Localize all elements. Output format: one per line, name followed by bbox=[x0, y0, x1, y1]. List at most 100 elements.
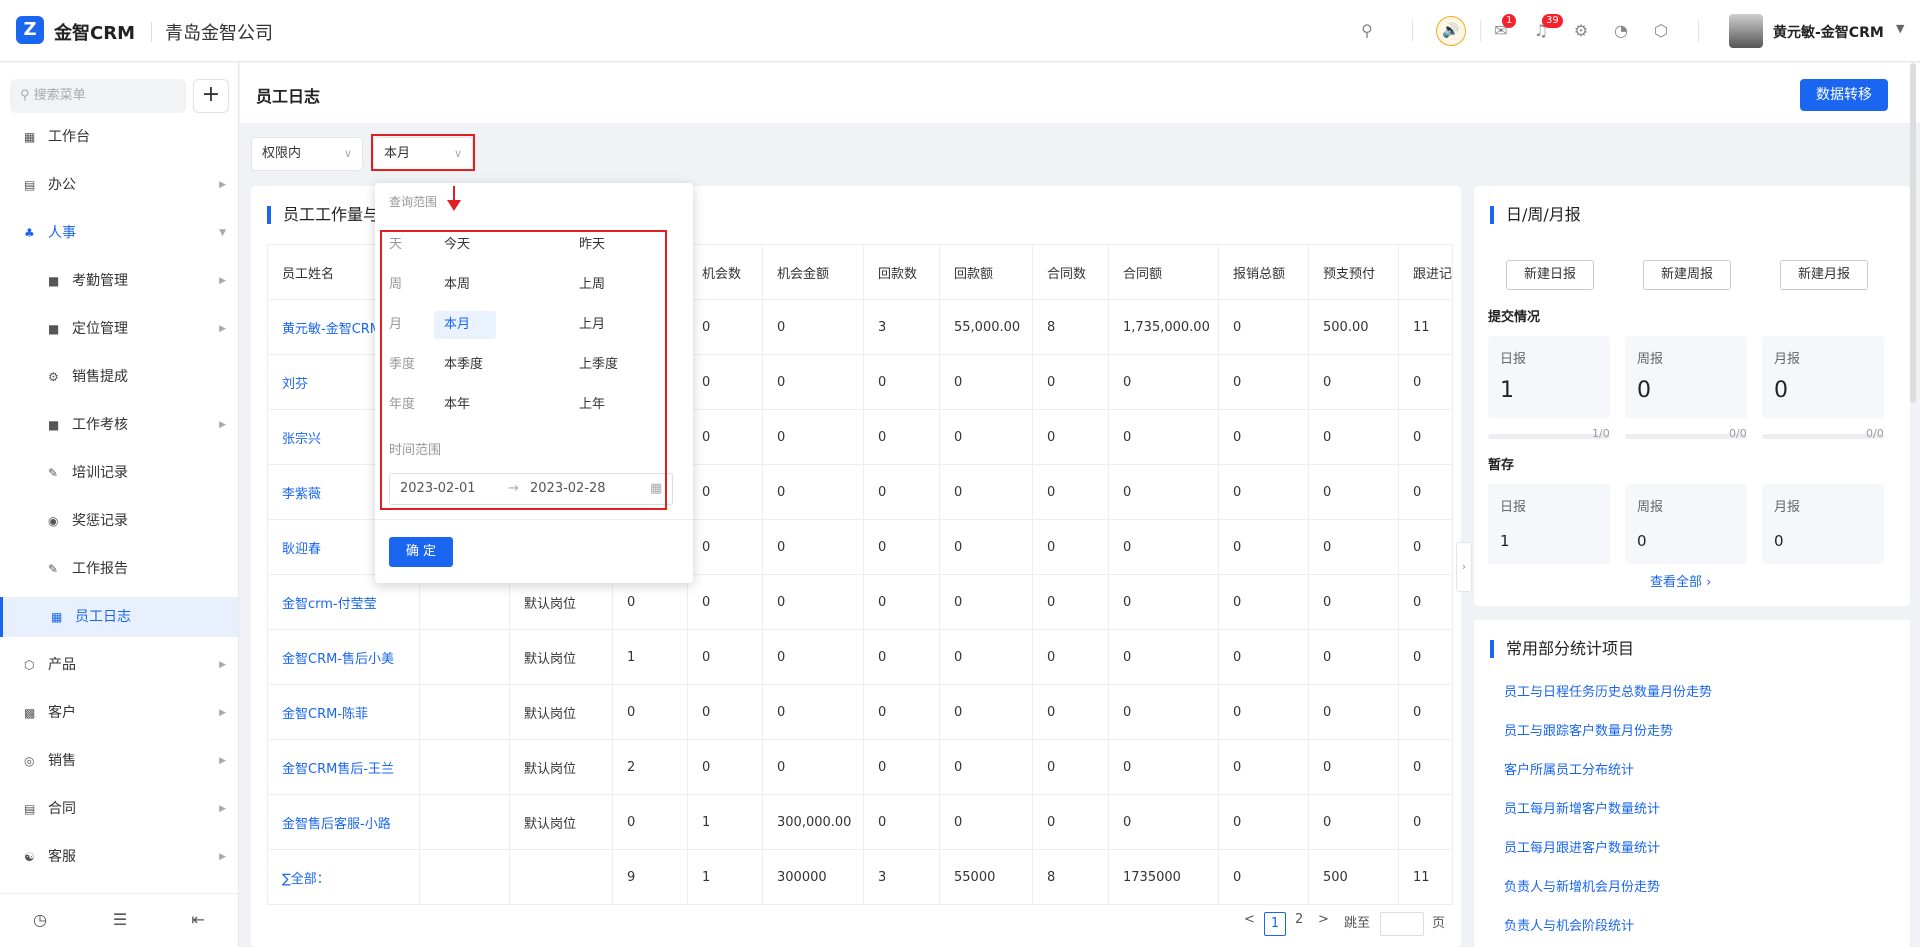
sidebar-item-commission[interactable]: ⚙ 销售提成 bbox=[0, 357, 238, 397]
sidebar-item-workbench[interactable]: ▦ 工作台 bbox=[0, 117, 238, 157]
table-cell: 0 bbox=[687, 684, 763, 740]
next-page-button[interactable]: > bbox=[1318, 912, 1329, 927]
stats-link[interactable]: 客户所属员工分布统计 bbox=[1504, 759, 1634, 778]
table-cell: 0 bbox=[762, 684, 864, 740]
stats-link[interactable]: 员工与跟踪客户数量月份走势 bbox=[1504, 720, 1673, 739]
submitted-weekly-card[interactable]: 周报 0 bbox=[1625, 336, 1747, 418]
page-1-button[interactable]: 1 bbox=[1264, 912, 1286, 936]
data-transfer-button[interactable]: 数据转移 bbox=[1800, 79, 1888, 111]
user-name[interactable]: 黄元敏-金智CRM bbox=[1773, 22, 1884, 42]
submitted-monthly-card[interactable]: 月报 0 bbox=[1762, 336, 1884, 418]
table-cell: 0 bbox=[1308, 629, 1399, 685]
stats-link[interactable]: 员工每月新增客户数量统计 bbox=[1504, 798, 1660, 817]
settings-sliders-icon[interactable]: ☰ bbox=[100, 910, 140, 929]
column-header[interactable]: 回款数 bbox=[863, 244, 940, 300]
column-header[interactable]: 回款额 bbox=[939, 244, 1033, 300]
search-icon[interactable]: ⚲ bbox=[1356, 20, 1378, 42]
cube-icon[interactable]: ⬡ bbox=[1650, 20, 1672, 42]
sidebar-item-label: 办公 bbox=[48, 177, 76, 193]
card-label: 周报 bbox=[1637, 352, 1664, 367]
table-cell: 0 bbox=[939, 684, 1033, 740]
submitted-daily-card[interactable]: 日报 1 bbox=[1488, 336, 1610, 418]
draft-monthly-card[interactable]: 月报 0 bbox=[1762, 484, 1884, 564]
table-cell: 0 bbox=[1397, 519, 1454, 575]
add-button[interactable]: + bbox=[193, 79, 229, 113]
sidebar-item-assessment[interactable]: ■ 工作考核 ▶ bbox=[0, 405, 238, 445]
employee-name-cell[interactable]: 金智售后客服-小路 bbox=[267, 794, 420, 850]
page-scrollbar[interactable] bbox=[1910, 63, 1916, 403]
sidebar-item-rewards[interactable]: ◉ 奖惩记录 bbox=[0, 501, 238, 541]
table-row: 金智CRM-售后小美 默认岗位 1 0 0 0 0 0 0 0 0 0 bbox=[267, 629, 1454, 685]
table-cell: 0 bbox=[1308, 464, 1399, 520]
sidebar-item-customer[interactable]: ▩ 客户 ▶ bbox=[0, 693, 238, 733]
employee-name-cell[interactable]: ∑全部： bbox=[267, 849, 420, 905]
table-cell: 0 bbox=[863, 794, 940, 850]
menu-search-input[interactable]: ⚲ 搜索菜单 bbox=[10, 79, 186, 113]
pie-chart-icon[interactable]: ◔ bbox=[1610, 20, 1632, 42]
sidebar-item-employee-log[interactable]: ▦ 员工日志 bbox=[0, 597, 238, 637]
view-all-label: 查看全部 bbox=[1650, 575, 1703, 590]
employee-name-cell[interactable]: 金智CRM-售后小美 bbox=[267, 629, 420, 685]
draft-weekly-card[interactable]: 周报 0 bbox=[1625, 484, 1747, 564]
gear-icon: ⚙ bbox=[48, 370, 59, 384]
chevron-down-icon[interactable]: ▼ bbox=[1896, 22, 1904, 35]
chevron-right-icon: ▶ bbox=[219, 324, 226, 334]
confirm-button[interactable]: 确 定 bbox=[389, 537, 453, 567]
table-cell: 0 bbox=[687, 519, 763, 575]
stats-link[interactable]: 负责人与机会阶段统计 bbox=[1504, 915, 1634, 934]
gear-icon[interactable]: ⚙ bbox=[1570, 20, 1592, 42]
mail-icon[interactable]: ✉ 1 bbox=[1490, 14, 1517, 42]
new-daily-button[interactable]: 新建日报 bbox=[1506, 260, 1594, 290]
sidebar-item-label: 客服 bbox=[48, 849, 76, 865]
column-header[interactable]: 预支预付 bbox=[1308, 244, 1399, 300]
employee-name-cell[interactable]: 金智CRM售后-王兰 bbox=[267, 739, 420, 795]
table-cell: 默认岗位 bbox=[509, 629, 613, 685]
scope-select[interactable]: 权限内 ∨ bbox=[251, 137, 363, 171]
table-cell: 0 bbox=[939, 739, 1033, 795]
sidebar-item-label: 人事 bbox=[48, 225, 76, 241]
table-cell: 0 bbox=[1108, 574, 1219, 630]
sidebar-item-service[interactable]: ☯ 客服 ▶ bbox=[0, 837, 238, 877]
sidebar-item-location[interactable]: ■ 定位管理 ▶ bbox=[0, 309, 238, 349]
card-value: 1 bbox=[1500, 378, 1514, 403]
column-header[interactable]: 机会金额 bbox=[762, 244, 864, 300]
new-monthly-button[interactable]: 新建月报 bbox=[1780, 260, 1868, 290]
sidebar-item-attendance[interactable]: ■ 考勤管理 ▶ bbox=[0, 261, 238, 301]
prev-page-button[interactable]: < bbox=[1244, 912, 1255, 927]
sidebar-item-product[interactable]: ⬡ 产品 ▶ bbox=[0, 645, 238, 685]
page-2-button[interactable]: 2 bbox=[1295, 912, 1303, 927]
contract-icon: ▤ bbox=[24, 802, 36, 816]
column-header[interactable]: 合同数 bbox=[1032, 244, 1109, 300]
collapse-panel-button[interactable]: › bbox=[1456, 542, 1472, 592]
stats-link[interactable]: 员工每月跟进客户数量统计 bbox=[1504, 837, 1660, 856]
history-icon[interactable]: ◷ bbox=[20, 910, 60, 929]
sidebar-item-office[interactable]: ▤ 办公 ▶ bbox=[0, 165, 238, 205]
collapse-menu-icon[interactable]: ⇤ bbox=[178, 910, 218, 929]
card-value: 0 bbox=[1774, 532, 1784, 550]
table-cell: 0 bbox=[1032, 464, 1109, 520]
sidebar-item-hr[interactable]: ♣ 人事 ▼ bbox=[0, 213, 238, 253]
sidebar-item-training[interactable]: ✎ 培训记录 bbox=[0, 453, 238, 493]
column-header[interactable]: 机会数 bbox=[687, 244, 763, 300]
table-row: 金智CRM-陈菲 默认岗位 0 0 0 0 0 0 0 0 0 0 bbox=[267, 684, 1454, 740]
sidebar-item-contract[interactable]: ▤ 合同 ▶ bbox=[0, 789, 238, 829]
table-cell: 0 bbox=[762, 464, 864, 520]
view-all-link[interactable]: 查看全部 › bbox=[1650, 571, 1711, 590]
sidebar-item-sales[interactable]: ◎ 销售 ▶ bbox=[0, 741, 238, 781]
draft-daily-card[interactable]: 日报 1 bbox=[1488, 484, 1610, 564]
bell-icon[interactable]: ♫ 39 bbox=[1530, 14, 1563, 42]
employee-name-cell[interactable]: 金智CRM-陈菲 bbox=[267, 684, 420, 740]
stats-link[interactable]: 员工与日程任务历史总数量月份走势 bbox=[1504, 681, 1712, 700]
new-weekly-button[interactable]: 新建周报 bbox=[1643, 260, 1731, 290]
column-header[interactable]: 跟进记 bbox=[1397, 244, 1454, 300]
avatar[interactable] bbox=[1729, 14, 1763, 48]
goto-page-input[interactable] bbox=[1380, 912, 1424, 936]
sidebar-item-label: 销售提成 bbox=[72, 369, 128, 385]
table-cell: 0 bbox=[1032, 354, 1109, 410]
speaker-icon[interactable]: 🔊 bbox=[1436, 16, 1466, 46]
table-cell: 0 bbox=[939, 574, 1033, 630]
sidebar-item-work-report[interactable]: ✎ 工作报告 bbox=[0, 549, 238, 589]
stats-link[interactable]: 负责人与新增机会月份走势 bbox=[1504, 876, 1660, 895]
column-header[interactable]: 报销总额 bbox=[1218, 244, 1309, 300]
column-header[interactable]: 合同额 bbox=[1108, 244, 1219, 300]
